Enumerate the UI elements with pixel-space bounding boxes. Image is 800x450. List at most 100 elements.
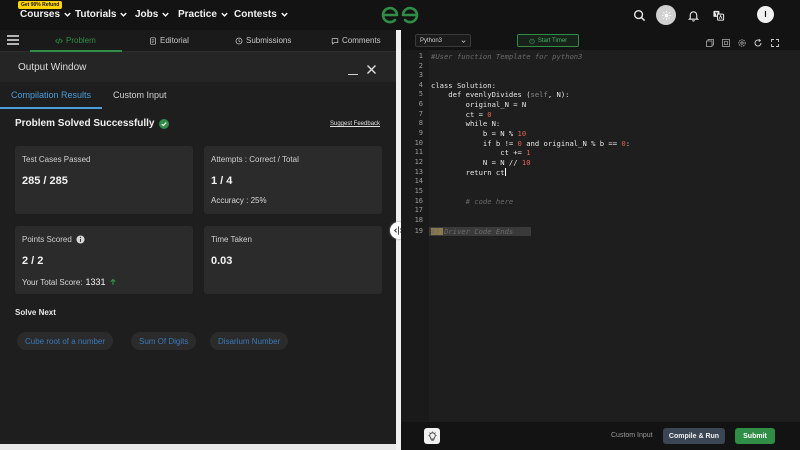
tests-passed-card: Test Cases Passed 285 / 285 bbox=[15, 146, 193, 214]
code-line: return ct bbox=[431, 168, 506, 177]
code-line: #User function Template for python3 bbox=[431, 52, 583, 61]
line-number: 18 bbox=[414, 216, 423, 224]
fullscreen-icon bbox=[722, 39, 730, 47]
code-line: original_N = N bbox=[431, 100, 527, 109]
line-number: 5 bbox=[418, 90, 423, 98]
notifications-button[interactable] bbox=[685, 7, 701, 23]
code-line: while N: bbox=[431, 119, 501, 128]
points-value: 2 / 2 bbox=[22, 255, 44, 267]
expand-button[interactable] bbox=[770, 35, 780, 47]
expand-icon bbox=[771, 39, 779, 47]
menu-icon[interactable] bbox=[6, 34, 20, 46]
clock-icon bbox=[235, 37, 243, 44]
code-icon bbox=[55, 37, 63, 44]
solve-next-chip[interactable]: Disarium Number bbox=[210, 332, 289, 350]
suggest-feedback-link[interactable]: Suggest Feedback bbox=[330, 121, 380, 127]
chevron-down-icon bbox=[221, 12, 228, 17]
sun-icon bbox=[661, 10, 671, 20]
lightbulb-icon bbox=[427, 430, 437, 441]
tab-custom-input[interactable]: Custom Input bbox=[113, 90, 167, 100]
user-avatar[interactable]: I bbox=[757, 6, 774, 23]
output-window-title: Output Window bbox=[18, 62, 87, 73]
line-number: 7 bbox=[418, 110, 423, 118]
chevron-down-icon bbox=[162, 12, 170, 17]
theme-toggle-button[interactable] bbox=[656, 5, 676, 25]
tab-compilation-results[interactable]: Compilation Results bbox=[11, 90, 91, 100]
copy-button[interactable] bbox=[705, 35, 715, 47]
tab-problem[interactable]: Problem bbox=[55, 36, 96, 45]
line-number: 4 bbox=[418, 81, 423, 89]
translate-icon bbox=[712, 10, 724, 21]
translate-button[interactable] bbox=[710, 7, 726, 23]
line-number: 14 bbox=[414, 177, 423, 185]
line-number: 17 bbox=[414, 206, 423, 214]
top-navbar: Get 90% Refund Courses Tutorials Jobs Pr… bbox=[0, 0, 800, 30]
gear-icon bbox=[738, 39, 746, 47]
line-number: 2 bbox=[418, 62, 423, 70]
hint-button[interactable] bbox=[424, 428, 440, 444]
line-number: 1 bbox=[418, 52, 423, 60]
chevron-down-icon bbox=[64, 12, 71, 17]
code-line: ct += 1 bbox=[431, 148, 531, 157]
nav-practice[interactable]: Practice bbox=[178, 9, 229, 20]
custom-input-button[interactable]: Custom Input bbox=[611, 432, 653, 439]
accuracy-text: Accuracy : 25% bbox=[211, 196, 267, 205]
close-icon[interactable] bbox=[366, 64, 377, 75]
result-tab-indicator bbox=[0, 107, 102, 109]
code-line: ct = 0 bbox=[431, 110, 492, 119]
solve-next-chip[interactable]: Sum Of Digits bbox=[131, 332, 197, 350]
line-number: 3 bbox=[418, 71, 423, 79]
settings-button[interactable] bbox=[737, 35, 747, 47]
line-number: 6 bbox=[418, 100, 423, 108]
nav-jobs[interactable]: Jobs bbox=[135, 9, 170, 20]
points-card: Points Scored 2 / 2 Your Total Score: 13… bbox=[15, 226, 193, 294]
nav-courses[interactable]: Courses bbox=[20, 9, 72, 20]
copy-icon bbox=[706, 39, 714, 47]
nav-tutorials[interactable]: Tutorials bbox=[75, 9, 128, 20]
fullscreen-button[interactable] bbox=[721, 35, 731, 47]
solved-status: Problem Solved Successfully bbox=[15, 118, 169, 129]
reset-button[interactable] bbox=[753, 35, 763, 47]
start-timer-button[interactable]: Start Timer bbox=[517, 34, 579, 47]
compile-run-button[interactable]: Compile & Run bbox=[663, 428, 725, 444]
minimize-icon[interactable] bbox=[348, 74, 358, 75]
code-line: N = N // 10 bbox=[431, 158, 531, 167]
line-number: 16 bbox=[414, 197, 423, 205]
code-line: # code here bbox=[465, 197, 514, 206]
time-taken-value: 0.03 bbox=[211, 255, 233, 267]
solve-next-title: Solve Next bbox=[15, 308, 56, 317]
line-number: 12 bbox=[414, 158, 423, 166]
tab-submissions[interactable]: Submissions bbox=[235, 36, 291, 45]
info-icon[interactable] bbox=[76, 235, 85, 244]
code-line: #} Driver Code Ends bbox=[431, 227, 514, 236]
tab-editorial[interactable]: Editorial bbox=[149, 36, 189, 45]
panel-bottom-bar bbox=[0, 444, 396, 450]
chevron-down-icon bbox=[281, 12, 288, 17]
search-button[interactable] bbox=[631, 7, 647, 23]
solve-next-chip[interactable]: Cube root of a number bbox=[17, 332, 114, 350]
attempts-card: Attempts : Correct / Total 1 / 4 Accurac… bbox=[204, 146, 382, 214]
submit-button[interactable]: Submit bbox=[735, 428, 775, 444]
line-number: 10 bbox=[414, 139, 423, 147]
code-line: class Solution: bbox=[431, 81, 496, 90]
nav-contests[interactable]: Contests bbox=[234, 9, 289, 20]
line-number: 19 bbox=[414, 227, 423, 235]
line-number: 11 bbox=[414, 148, 423, 156]
refresh-icon bbox=[754, 38, 762, 47]
gfg-logo-icon[interactable] bbox=[380, 5, 420, 25]
tests-passed-value: 285 / 285 bbox=[22, 175, 68, 187]
code-line: def evenlyDivides (self, N): bbox=[431, 90, 570, 99]
bell-icon bbox=[687, 10, 699, 22]
attempts-value: 1 / 4 bbox=[211, 175, 233, 187]
time-taken-card: Time Taken 0.03 bbox=[204, 226, 382, 294]
comment-icon bbox=[331, 37, 339, 45]
line-number: 8 bbox=[418, 119, 423, 127]
code-line: if b != 0 and original_N % b == 0: bbox=[431, 139, 631, 148]
chevron-down-icon bbox=[120, 12, 128, 17]
tab-comments[interactable]: Comments bbox=[331, 36, 381, 45]
search-icon bbox=[633, 9, 645, 21]
language-select[interactable]: Python3 bbox=[415, 34, 471, 47]
refund-promo-badge[interactable]: Get 90% Refund bbox=[18, 1, 63, 9]
chevron-down-icon bbox=[461, 40, 466, 43]
line-number: 9 bbox=[418, 129, 423, 137]
